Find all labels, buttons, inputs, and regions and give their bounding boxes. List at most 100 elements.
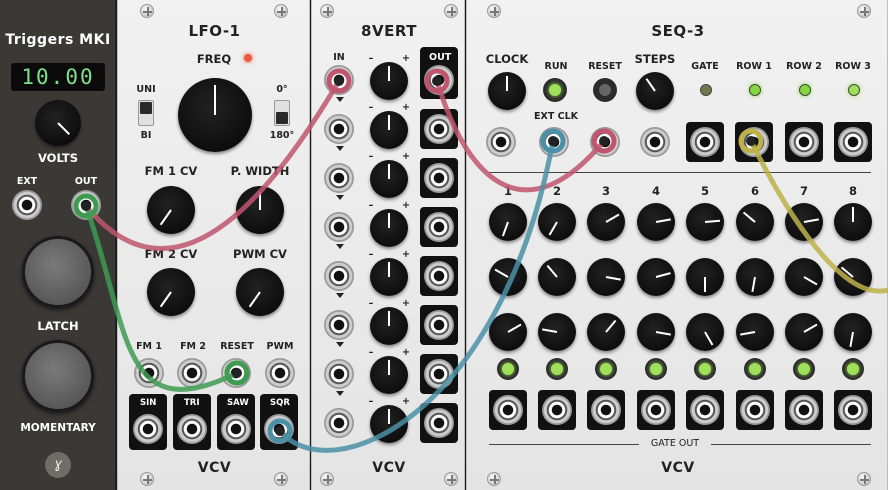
- row2-output[interactable]: [785, 122, 823, 162]
- step-7-gate-output[interactable]: [785, 390, 823, 430]
- step-6-gate-output[interactable]: [736, 390, 774, 430]
- step-3-row1-knob[interactable]: [587, 203, 625, 241]
- sqr-output-jack[interactable]: [264, 414, 294, 444]
- tri-output-jack[interactable]: [177, 414, 207, 444]
- fm1-input-jack[interactable]: [134, 358, 164, 388]
- step-6-row3-knob[interactable]: [736, 313, 774, 351]
- step-8-row2-knob[interactable]: [834, 258, 872, 296]
- gain-knob-8[interactable]: [370, 405, 408, 443]
- row1-output[interactable]: [735, 122, 773, 162]
- pwm-input-jack[interactable]: [265, 358, 295, 388]
- step-3-row2-knob[interactable]: [587, 258, 625, 296]
- step-5-row2-knob[interactable]: [686, 258, 724, 296]
- step-3-gate-output-jack[interactable]: [591, 395, 621, 425]
- vert-input-jack-6[interactable]: [324, 310, 354, 340]
- vert-input-jack-1[interactable]: [324, 65, 354, 95]
- sin-output-jack[interactable]: [133, 414, 163, 444]
- clock-knob[interactable]: [488, 72, 526, 110]
- vert-output-jack-8[interactable]: [424, 408, 454, 438]
- vert-input-jack-5[interactable]: [324, 261, 354, 291]
- row1-output-jack[interactable]: [739, 127, 769, 157]
- step-1-gate-output[interactable]: [489, 390, 527, 430]
- gain-knob-3[interactable]: [370, 160, 408, 198]
- momentary-button[interactable]: [22, 340, 94, 412]
- gain-knob-5[interactable]: [370, 258, 408, 296]
- step-7-row3-knob[interactable]: [785, 313, 823, 351]
- step-5-gate-output[interactable]: [686, 390, 724, 430]
- vert-output-jack-3[interactable]: [424, 163, 454, 193]
- pwm-cv-knob[interactable]: [236, 268, 284, 316]
- vert-output-jack-6[interactable]: [424, 310, 454, 340]
- vert-output-4[interactable]: [420, 207, 458, 247]
- pulse-width-knob[interactable]: [236, 186, 284, 234]
- step-8-row3-knob[interactable]: [834, 313, 872, 351]
- fm1-cv-knob[interactable]: [147, 186, 195, 234]
- step-1-row1-knob[interactable]: [489, 203, 527, 241]
- gate-output-jack[interactable]: [690, 127, 720, 157]
- gain-knob-7[interactable]: [370, 356, 408, 394]
- vert-output-5[interactable]: [420, 256, 458, 296]
- step-2-row2-knob[interactable]: [538, 258, 576, 296]
- ext-clock-input-jack[interactable]: [486, 127, 516, 157]
- steps-input-jack[interactable]: [640, 127, 670, 157]
- step-7-row1-knob[interactable]: [785, 203, 823, 241]
- vert-input-jack-3[interactable]: [324, 163, 354, 193]
- vert-output-2[interactable]: [420, 109, 458, 149]
- step-5-row3-knob[interactable]: [686, 313, 724, 351]
- volts-knob[interactable]: [35, 100, 81, 146]
- step-4-gate-output-jack[interactable]: [641, 395, 671, 425]
- gain-knob-4[interactable]: [370, 209, 408, 247]
- step-2-gate-output-jack[interactable]: [542, 395, 572, 425]
- step-4-row1-knob[interactable]: [637, 203, 675, 241]
- vert-output-3[interactable]: [420, 158, 458, 198]
- step-7-gate-output-jack[interactable]: [789, 395, 819, 425]
- step-5-gate-output-jack[interactable]: [690, 395, 720, 425]
- step-2-gate-output[interactable]: [538, 390, 576, 430]
- fm2-cv-knob[interactable]: [147, 268, 195, 316]
- step-8-gate-output[interactable]: [834, 390, 872, 430]
- step-6-row2-knob[interactable]: [736, 258, 774, 296]
- ext-input-jack[interactable]: [12, 190, 42, 220]
- row3-output[interactable]: [834, 122, 872, 162]
- vert-output-8[interactable]: [420, 403, 458, 443]
- vert-output-7[interactable]: [420, 354, 458, 394]
- step-4-row3-knob[interactable]: [637, 313, 675, 351]
- reset-input-jack[interactable]: [221, 358, 251, 388]
- step-3-row3-knob[interactable]: [587, 313, 625, 351]
- step-2-row1-knob[interactable]: [538, 203, 576, 241]
- freq-knob[interactable]: [178, 78, 252, 152]
- step-7-row2-knob[interactable]: [785, 258, 823, 296]
- saw-output-jack[interactable]: [221, 414, 251, 444]
- row2-output-jack[interactable]: [789, 127, 819, 157]
- vert-input-jack-7[interactable]: [324, 359, 354, 389]
- vert-input-jack-4[interactable]: [324, 212, 354, 242]
- step-6-gate-output-jack[interactable]: [740, 395, 770, 425]
- latch-button[interactable]: [22, 236, 94, 308]
- step-1-gate-output-jack[interactable]: [493, 395, 523, 425]
- step-8-row1-knob[interactable]: [834, 203, 872, 241]
- vert-output-jack-2[interactable]: [424, 114, 454, 144]
- step-8-gate-output-jack[interactable]: [838, 395, 868, 425]
- step-5-row1-knob[interactable]: [686, 203, 724, 241]
- gain-knob-6[interactable]: [370, 307, 408, 345]
- out-jack[interactable]: [71, 190, 101, 220]
- vert-output-jack-1[interactable]: [424, 65, 454, 95]
- fm2-input-jack[interactable]: [177, 358, 207, 388]
- step-1-row2-knob[interactable]: [489, 258, 527, 296]
- step-4-gate-output[interactable]: [637, 390, 675, 430]
- vert-output-6[interactable]: [420, 305, 458, 345]
- step-1-row3-knob[interactable]: [489, 313, 527, 351]
- row3-output-jack[interactable]: [838, 127, 868, 157]
- uni-bi-switch[interactable]: [138, 100, 154, 126]
- gate-output[interactable]: [686, 122, 724, 162]
- offset-invert-switch[interactable]: [274, 100, 290, 126]
- vert-output-jack-5[interactable]: [424, 261, 454, 291]
- step-6-row1-knob[interactable]: [736, 203, 774, 241]
- run-input-jack[interactable]: [539, 127, 569, 157]
- step-2-row3-knob[interactable]: [538, 313, 576, 351]
- step-4-row2-knob[interactable]: [637, 258, 675, 296]
- vert-output-jack-4[interactable]: [424, 212, 454, 242]
- step-3-gate-output[interactable]: [587, 390, 625, 430]
- vert-input-jack-2[interactable]: [324, 114, 354, 144]
- gain-knob-1[interactable]: [370, 62, 408, 100]
